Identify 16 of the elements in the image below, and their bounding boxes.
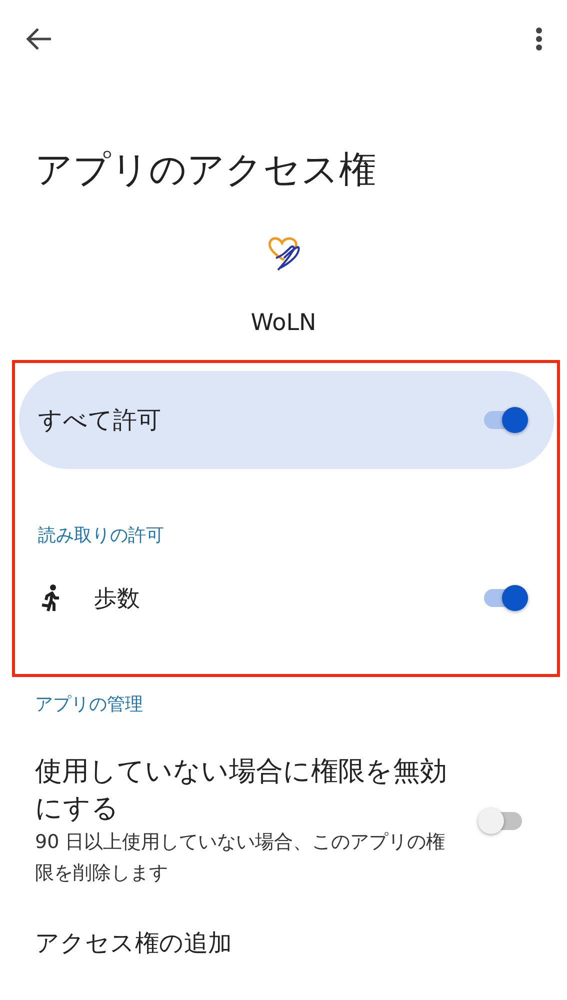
permission-label[interactable]: 歩数 <box>94 582 140 614</box>
row-label: すべて許可 <box>38 405 162 436</box>
toggle-switch[interactable] <box>478 806 523 836</box>
running-person-icon <box>40 584 62 612</box>
setting-title[interactable]: 使用していない場合に権限を無効にする <box>35 753 454 827</box>
section-header: アプリの管理 <box>34 693 144 717</box>
page-title: アプリのアクセス権 <box>34 147 377 192</box>
all-allow-row[interactable]: すべて許可 <box>19 371 554 469</box>
setting-description: 90 日以上使用していない場合、このアプリの権限を削除します <box>35 830 446 886</box>
section-header: 読み取りの許可 <box>37 524 165 548</box>
app-name: WoLN <box>250 309 318 338</box>
toggle-switch[interactable] <box>484 405 530 435</box>
back-icon[interactable] <box>26 27 52 51</box>
setting-link[interactable]: アクセス権の追加 <box>0 889 567 959</box>
toggle-switch[interactable] <box>484 583 530 613</box>
more-options-icon[interactable] <box>535 27 543 51</box>
